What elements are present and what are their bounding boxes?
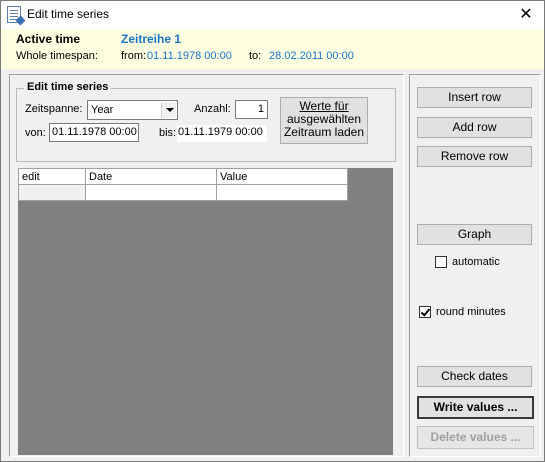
from-label: from: (121, 50, 147, 62)
window-title: Edit time series (27, 7, 110, 21)
add-row-button[interactable]: Add row (417, 117, 532, 138)
row-edit-cell[interactable] (18, 184, 86, 201)
whole-timespan-label: Whole timespan: (16, 50, 98, 62)
grid-table: edit Date Value (18, 168, 348, 201)
bis-value: 01.11.1979 00:00 (177, 125, 267, 142)
delete-values-button[interactable]: Delete values ... (417, 426, 534, 449)
active-time-header: Active time Zeitreihe 1 Whole timespan: … (1, 29, 544, 69)
edit-group-title: Edit time series (24, 81, 112, 93)
automatic-label: automatic (452, 256, 500, 268)
zeitspanne-value: Year (91, 104, 114, 116)
insert-row-button[interactable]: Insert row (417, 87, 532, 108)
active-time-value: Zeitreihe 1 (121, 32, 182, 46)
close-icon[interactable]: ✕ (508, 1, 544, 29)
automatic-checkbox[interactable] (435, 256, 447, 268)
grid-header-row: edit Date Value (18, 168, 348, 185)
table-row[interactable] (18, 184, 348, 201)
column-header-value[interactable]: Value (216, 168, 348, 185)
anzahl-input[interactable]: 1 (235, 100, 268, 119)
title-bar[interactable]: Edit time series ✕ (1, 1, 544, 29)
bis-label: bis: (159, 127, 177, 139)
time-series-grid[interactable]: edit Date Value (18, 168, 393, 455)
from-value: 01.11.1978 00:00 (147, 50, 232, 62)
row-date-cell[interactable] (85, 184, 217, 201)
row-value-cell[interactable] (216, 184, 348, 201)
von-label: von: (25, 127, 46, 139)
write-values-button[interactable]: Write values ... (417, 396, 534, 419)
load-values-button[interactable]: Werte für ausgewählten Zeitraum laden (280, 97, 368, 144)
to-label: to: (249, 50, 262, 62)
active-time-label: Active time (16, 32, 81, 46)
to-value: 28.02.2011 00:00 (269, 50, 354, 62)
edit-time-series-window: Edit time series ✕ Active time Zeitreihe… (0, 0, 545, 462)
zeitspanne-label: Zeitspanne: (25, 103, 83, 115)
chevron-down-icon[interactable] (161, 102, 176, 118)
app-icon (7, 6, 21, 23)
zeitspanne-select[interactable]: Year (87, 100, 178, 120)
round-minutes-checkbox[interactable] (419, 306, 431, 318)
graph-button[interactable]: Graph (417, 224, 532, 245)
load-button-line-3: Zeitraum laden (283, 125, 365, 139)
von-input[interactable]: 01.11.1978 00:00 (49, 123, 139, 142)
von-value: 01.11.1978 00:00 (52, 126, 137, 138)
check-dates-button[interactable]: Check dates (417, 366, 532, 387)
column-header-edit[interactable]: edit (18, 168, 86, 185)
anzahl-value: 1 (257, 103, 264, 115)
column-header-date[interactable]: Date (85, 168, 217, 185)
anzahl-label: Anzahl: (194, 103, 231, 115)
remove-row-button[interactable]: Remove row (417, 146, 532, 167)
round-minutes-label: round minutes (436, 306, 506, 318)
